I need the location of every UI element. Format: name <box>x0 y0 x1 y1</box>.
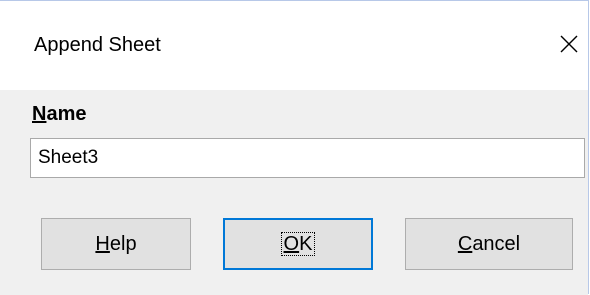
cancel-label-text: ancel <box>472 232 521 255</box>
help-mnemonic: H <box>95 232 110 255</box>
ok-button[interactable]: OK <box>223 218 373 270</box>
cancel-button-label: Cancel <box>458 233 520 256</box>
ok-label-text: K <box>299 233 313 255</box>
help-label-text: elp <box>109 232 137 255</box>
name-label-text: ame <box>46 103 87 125</box>
close-button[interactable] <box>547 22 590 66</box>
sheet-name-input[interactable] <box>30 138 585 178</box>
dialog-titlebar: Append Sheet <box>0 1 588 90</box>
dialog-title: Append Sheet <box>34 34 161 56</box>
close-icon <box>560 35 578 53</box>
dialog-content: Name Help OK Cancel <box>0 90 588 295</box>
append-sheet-dialog: Append Sheet Name Help OK Cancel <box>0 0 589 295</box>
ok-mnemonic: O <box>283 233 300 255</box>
name-label-mnemonic: N <box>32 103 47 125</box>
name-label: Name <box>32 103 86 126</box>
help-button[interactable]: Help <box>41 218 191 270</box>
ok-button-label: OK <box>280 232 316 256</box>
cancel-button[interactable]: Cancel <box>405 218 573 270</box>
help-button-label: Help <box>95 233 136 256</box>
cancel-mnemonic: C <box>457 232 473 255</box>
